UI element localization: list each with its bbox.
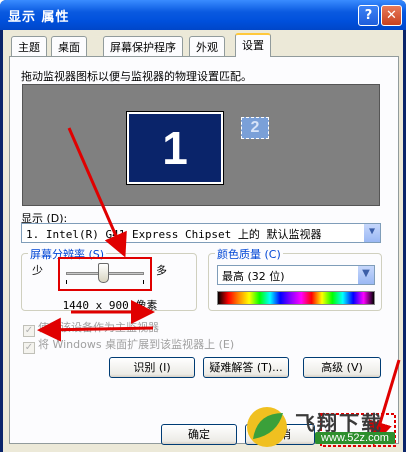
checkmark-icon: ✓ [23, 342, 35, 354]
color-quality-group: 颜色质量 (C) 最高 (32 位) ▼ [208, 246, 382, 311]
identify-button[interactable]: 识别 (I) [109, 357, 195, 378]
resolution-value: 1440 x 900 像素 [62, 299, 158, 312]
tab-desktop[interactable]: 桌面 [51, 36, 87, 56]
tab-settings[interactable]: 设置 [235, 33, 271, 57]
close-button[interactable]: ✕ [381, 5, 402, 26]
window-title: 显示 属性 [8, 10, 70, 25]
monitor-1-icon[interactable]: 1 [126, 111, 224, 185]
tab-screensaver[interactable]: 屏幕保护程序 [103, 36, 183, 56]
monitor-arrangement-area[interactable]: 1 2 [22, 84, 380, 206]
watermark-url: www.52z.com [315, 432, 395, 444]
monitor-2-icon[interactable]: 2 [241, 117, 269, 139]
color-group-title: 颜色质量 (C) [215, 246, 283, 262]
extend-desktop-label: 将 Windows 桌面扩展到该监视器上 (E) [38, 338, 235, 351]
site-watermark: 飞翔下载 www.52z.com [243, 405, 403, 449]
dialog-body: 主题 桌面 屏幕保护程序 外观 设置 拖动监视器图标以便与监视器的物理设置匹配。… [3, 30, 403, 452]
troubleshoot-button[interactable]: 疑难解答 (T)... [203, 357, 289, 378]
color-quality-select[interactable]: 最高 (32 位) ▼ [217, 265, 375, 285]
leaf-logo-icon [247, 407, 287, 447]
resolution-more-label: 多 [156, 264, 167, 277]
drag-hint-text: 拖动监视器图标以便与监视器的物理设置匹配。 [21, 70, 252, 83]
chevron-down-icon[interactable]: ▼ [357, 266, 374, 284]
display-properties-window: 显示 属性 ? ✕ 主题 桌面 屏幕保护程序 外观 设置 拖动监视器图标以便与监… [0, 0, 406, 452]
color-spectrum-bar [217, 291, 375, 305]
resolution-group: 屏幕分辨率 (S) 少 多 1440 x 900 像素 [21, 246, 197, 312]
chevron-down-icon[interactable]: ▼ [363, 224, 380, 242]
extend-desktop-checkbox[interactable]: ✓ 将 Windows 桌面扩展到该监视器上 (E) [23, 336, 234, 354]
resolution-less-label: 少 [32, 264, 43, 277]
display-select-value: 1. Intel(R) G41 Express Chipset 上的 默认监视器 [26, 228, 322, 241]
resolution-slider-thumb[interactable] [98, 263, 109, 283]
tab-themes[interactable]: 主题 [11, 36, 47, 56]
color-quality-value: 最高 (32 位) [222, 270, 285, 283]
primary-monitor-label: 使用该设备作为主监视器 [38, 321, 159, 334]
tab-appearance[interactable]: 外观 [189, 36, 225, 56]
primary-monitor-checkbox[interactable]: ✓ 使用该设备作为主监视器 [23, 319, 159, 337]
help-button[interactable]: ? [358, 5, 379, 26]
ok-button[interactable]: 确定 [161, 424, 237, 445]
title-bar[interactable]: 显示 属性 ? ✕ [0, 0, 406, 30]
advanced-button[interactable]: 高级 (V) [303, 357, 381, 378]
display-select[interactable]: 1. Intel(R) G41 Express Chipset 上的 默认监视器… [21, 223, 381, 243]
